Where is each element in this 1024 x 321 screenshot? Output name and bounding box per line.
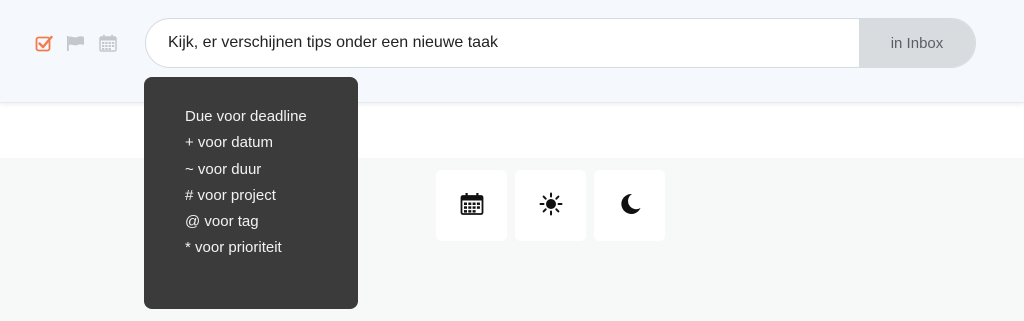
tips-tooltip: Due voor deadline + voor datum ~ voor du…: [144, 77, 358, 309]
tip-duration: ~ voor duur: [185, 160, 262, 178]
sun-icon: [539, 192, 563, 219]
calendar-icon: [460, 192, 484, 219]
day-view-button[interactable]: [515, 170, 586, 241]
tip-project: # voor project: [185, 186, 276, 204]
checkbox-checked-icon[interactable]: [34, 33, 54, 53]
task-input[interactable]: [146, 19, 859, 67]
night-view-button[interactable]: [594, 170, 665, 241]
calendar-icon[interactable]: [98, 33, 118, 53]
task-attribute-icons: [34, 32, 118, 54]
calendar-view-button[interactable]: [436, 170, 507, 241]
tip-date: + voor datum: [185, 134, 273, 152]
flag-icon[interactable]: [66, 33, 86, 53]
view-buttons: [436, 170, 665, 241]
moon-icon: [618, 192, 642, 219]
tip-deadline: Due voor deadline: [185, 108, 307, 125]
tip-priority: * voor prioriteit: [185, 239, 282, 257]
in-inbox-button[interactable]: in Inbox: [859, 19, 975, 67]
task-input-field: in Inbox: [145, 18, 976, 68]
tip-tag: @ voor tag: [185, 213, 259, 231]
